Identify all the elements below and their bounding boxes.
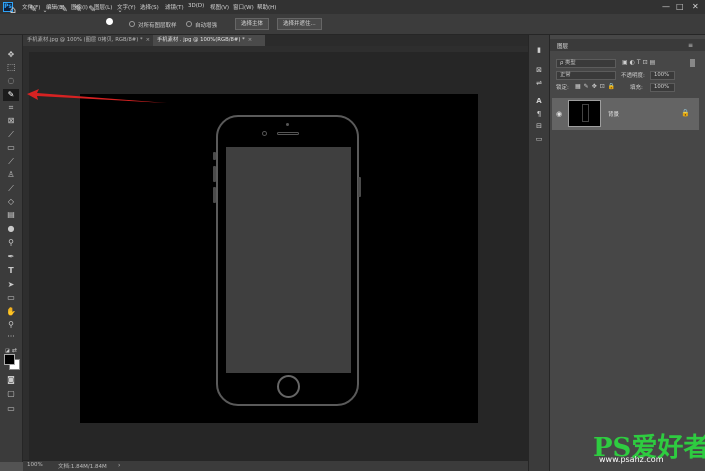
quick-selection-tool-icon[interactable]: ✎: [3, 89, 19, 101]
type-tool-icon[interactable]: T: [3, 265, 19, 277]
subtract-from-selection-icon[interactable]: ✎: [86, 5, 98, 16]
layer-filter-select[interactable]: ρ 类型: [556, 59, 616, 68]
paragraph-panel-icon[interactable]: ¶: [533, 109, 545, 120]
phone-volume-up: [213, 166, 216, 182]
fill-label: 填充:: [630, 85, 643, 91]
blur-tool-icon[interactable]: ●: [3, 223, 19, 235]
crop-tool-icon[interactable]: ⌗: [3, 102, 19, 114]
lock-icons[interactable]: ▦✎✥⊡🔒: [575, 83, 618, 90]
eye-icon[interactable]: ◉: [556, 110, 562, 118]
quick-mask-icon[interactable]: ◙: [3, 374, 19, 386]
edit-toolbar-icon[interactable]: ▭: [3, 403, 19, 415]
minimize-button[interactable]: —: [662, 2, 670, 11]
add-to-selection-icon[interactable]: ✎: [72, 5, 84, 16]
phone-screen: [226, 147, 351, 373]
phone-volume-down: [213, 187, 216, 203]
hand-tool-icon[interactable]: ✋: [3, 306, 19, 318]
lock-label: 锁定:: [556, 85, 569, 91]
fill-field[interactable]: 100%: [650, 83, 675, 92]
marquee-tool-icon[interactable]: ⬚: [3, 62, 19, 74]
tab-label: 手机素材.jpg @ 100% (图层 0拷贝, RGB/8#) *: [27, 37, 143, 43]
blend-mode-select[interactable]: 正常: [556, 71, 616, 80]
options-bar: [0, 14, 705, 35]
auto-enhance-checkbox[interactable]: [186, 21, 192, 27]
close-tab-icon[interactable]: ×: [248, 37, 252, 43]
phone-sensor: [286, 123, 289, 126]
quick-selection-preset-icon[interactable]: ✎: [27, 5, 39, 16]
phone-camera: [262, 131, 267, 136]
layer-name[interactable]: 背景: [608, 110, 619, 118]
tab-document-1[interactable]: 手机素材.jpg @ 100% (图层 0拷贝, RGB/8#) * ×: [23, 35, 153, 46]
clone-stamp-tool-icon[interactable]: ♙: [3, 169, 19, 181]
history-panel-icon[interactable]: ▮: [533, 45, 545, 56]
eraser-tool-icon[interactable]: ◇: [3, 196, 19, 208]
layers-panel-header: [550, 39, 705, 51]
more-tools-icon[interactable]: ···: [3, 331, 19, 343]
watermark-url: www.psahz.com: [599, 455, 664, 464]
close-window-button[interactable]: ✕: [692, 2, 699, 11]
select-subject-button[interactable]: 选择主体: [235, 18, 270, 30]
pen-tool-icon[interactable]: ✒: [3, 251, 19, 263]
sample-all-layers-checkbox[interactable]: [129, 21, 135, 27]
document-size: 文档:1.84M/1.84M: [58, 464, 107, 470]
menu-help[interactable]: 帮助(H): [257, 3, 276, 11]
properties-panel-icon[interactable]: ⊠: [533, 65, 545, 76]
opacity-field[interactable]: 100%: [650, 71, 675, 80]
path-selection-tool-icon[interactable]: ➤: [3, 279, 19, 291]
phone-mute-switch: [213, 152, 216, 160]
dodge-tool-icon[interactable]: ⚲: [3, 237, 19, 249]
home-icon[interactable]: ⌂: [7, 5, 19, 16]
foreground-color-swatch[interactable]: [4, 354, 15, 365]
lock-icon[interactable]: 🔒: [681, 109, 690, 117]
menu-select[interactable]: 选择(S): [140, 3, 159, 11]
menu-3d[interactable]: 3D(D): [188, 3, 204, 9]
menu-filter[interactable]: 滤镜(T): [165, 3, 184, 11]
move-tool-icon[interactable]: ✥: [3, 49, 19, 61]
layer-thumbnail-phone: [582, 104, 589, 122]
select-and-mask-button[interactable]: 选择并遮住...: [277, 18, 322, 30]
status-arrow-icon[interactable]: ›: [118, 462, 120, 469]
brush-size-icon[interactable]: [106, 18, 113, 25]
brush-tool-icon[interactable]: ⟋: [3, 156, 19, 168]
rectangle-tool-icon[interactable]: ▭: [3, 292, 19, 304]
panel-menu-icon[interactable]: ≡: [688, 42, 693, 49]
phone-power-button: [358, 177, 361, 197]
auto-enhance-label: 自动增强: [195, 23, 218, 29]
maximize-button[interactable]: □: [676, 2, 684, 11]
chevron-down-icon[interactable]: ⌄: [39, 5, 51, 16]
healing-brush-tool-icon[interactable]: ▭: [3, 142, 19, 154]
lasso-tool-icon[interactable]: ◌: [3, 75, 19, 87]
adjustments-panel-icon[interactable]: ⇌: [533, 78, 545, 89]
history-brush-tool-icon[interactable]: ⟋: [3, 183, 19, 195]
tab-document-2[interactable]: 手机素材 . jpg @ 100%(RGB/8#) * ×: [153, 35, 265, 46]
menu-window[interactable]: 窗口(W): [233, 3, 254, 11]
screen-mode-icon[interactable]: ▢: [3, 388, 19, 400]
character-panel-icon[interactable]: A: [533, 96, 545, 107]
sample-all-layers-label: 对所有图层取样: [138, 23, 177, 29]
opacity-label: 不透明度:: [621, 73, 645, 79]
filter-toggle[interactable]: [690, 59, 695, 67]
zoom-level[interactable]: 100%: [27, 462, 43, 468]
phone-home-button: [277, 375, 300, 398]
eyedropper-tool-icon[interactable]: ⟋: [3, 129, 19, 141]
swap-colors-icon[interactable]: ⇄: [12, 347, 17, 354]
filter-icons[interactable]: ▣◐T⊡▤: [622, 59, 657, 66]
tab-label: 手机素材 . jpg @ 100%(RGB/8#) *: [157, 37, 245, 43]
red-arrow-annotation: [27, 89, 167, 103]
brush-chevron-down-icon[interactable]: ⌄: [114, 5, 126, 16]
gradient-tool-icon[interactable]: ▤: [3, 209, 19, 221]
zoom-tool-icon[interactable]: ⚲: [3, 319, 19, 331]
menu-view[interactable]: 视图(V): [210, 3, 229, 11]
info-panel-icon[interactable]: ▭: [533, 134, 545, 145]
layers-panel-title[interactable]: 图层: [557, 42, 568, 50]
frame-tool-icon[interactable]: ⊠: [3, 115, 19, 127]
libraries-panel-icon[interactable]: ⊟: [533, 121, 545, 132]
new-selection-icon[interactable]: ✎: [58, 5, 70, 16]
phone-speaker: [277, 132, 299, 135]
close-tab-icon[interactable]: ×: [146, 37, 150, 43]
